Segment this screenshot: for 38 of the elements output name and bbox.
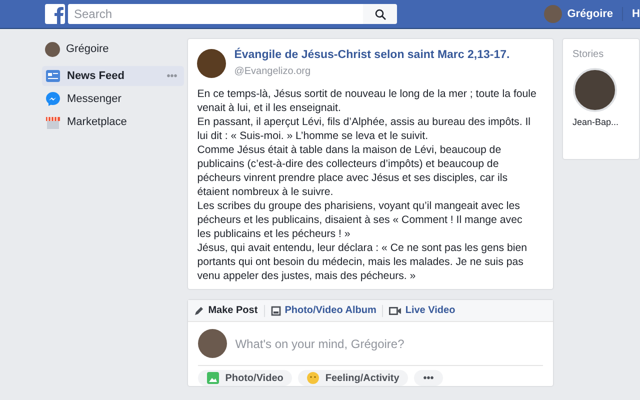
page-avatar[interactable]: [197, 48, 226, 78]
sidebar-item[interactable]: Marketplace: [42, 112, 184, 132]
profile-link[interactable]: Grégoire: [567, 6, 614, 22]
post-source: @Evangelizo.org: [234, 65, 312, 80]
search-field[interactable]: Search: [68, 4, 363, 24]
composer-tab[interactable]: Live Video: [389, 303, 456, 318]
search-icon: [374, 8, 386, 20]
composer-action-button[interactable]: Feeling/Activity: [298, 370, 408, 386]
composer-tab[interactable]: Photo/Video Album: [270, 303, 376, 318]
chat-bubble-icon: [45, 91, 61, 107]
more-button[interactable]: •••: [414, 370, 443, 386]
pencil-icon: [194, 306, 204, 316]
photo-icon: [207, 372, 220, 384]
post-title[interactable]: Évangile de Jésus-Christ selon saint Marc 2,13-17.: [234, 47, 510, 64]
post-paragraph: En ce temps-là, Jésus sortit de nouveau le long de la mer ; toute la foule venait à lui, et il les enseignait.: [197, 87, 538, 116]
stories-title: Stories: [572, 48, 605, 62]
album-icon: [270, 306, 281, 316]
logo-icon[interactable]: [45, 4, 65, 24]
post-paragraph: Jésus, qui avait entendu, leur déclara : « Ce ne sont pas les gens bien portants qui ont besoin du médecin, mais les malades. Je ne suis pas venu appeler des justes, mais des pécheurs. »: [197, 241, 528, 284]
search-button[interactable]: [363, 4, 397, 24]
status-input-field[interactable]: What's on your mind, Grégoire?: [235, 334, 542, 353]
composer-action-button[interactable]: Photo/Video: [198, 370, 292, 386]
video-camera-icon: [389, 306, 402, 316]
smiley-icon: [307, 372, 320, 384]
post-paragraph: Comme Jésus était à table dans la maison de Lévi, beaucoup de publicains (c’est-à-dire des collecteurs d’impôts) et beaucoup de pécheurs vinrent prendre place avec Jésus et ses disciples, car ils étaient nombreux à le suivre.: [197, 143, 509, 200]
avatar[interactable]: [45, 42, 60, 56]
composer-tab[interactable]: Make Post: [194, 303, 258, 318]
sidebar-item[interactable]: News Feed •••: [42, 66, 184, 86]
avatar: [198, 329, 228, 358]
post-paragraph: En passant, il aperçut Lévi, fils d’Alphée, assis au bureau des impôts. Il lui dit : « Suis-moi. » L’homme se leva et le suivit.: [197, 115, 532, 144]
sidebar-item[interactable]: Messenger: [42, 89, 184, 109]
post-paragraph: Les scribes du groupe des pharisiens, voyant qu’il mangeait avec les pécheurs et les publicains, disaient à ses « Comment ! Il mange avec les publicains et les pécheurs ! »: [197, 199, 524, 242]
news-feed-icon: [45, 68, 61, 84]
storefront-icon: [45, 114, 61, 130]
profile-name[interactable]: Grégoire: [66, 40, 109, 58]
story-name[interactable]: Jean-Bap...: [572, 116, 619, 130]
home-link[interactable]: H: [632, 6, 640, 22]
story-thumbnail[interactable]: [572, 68, 616, 112]
